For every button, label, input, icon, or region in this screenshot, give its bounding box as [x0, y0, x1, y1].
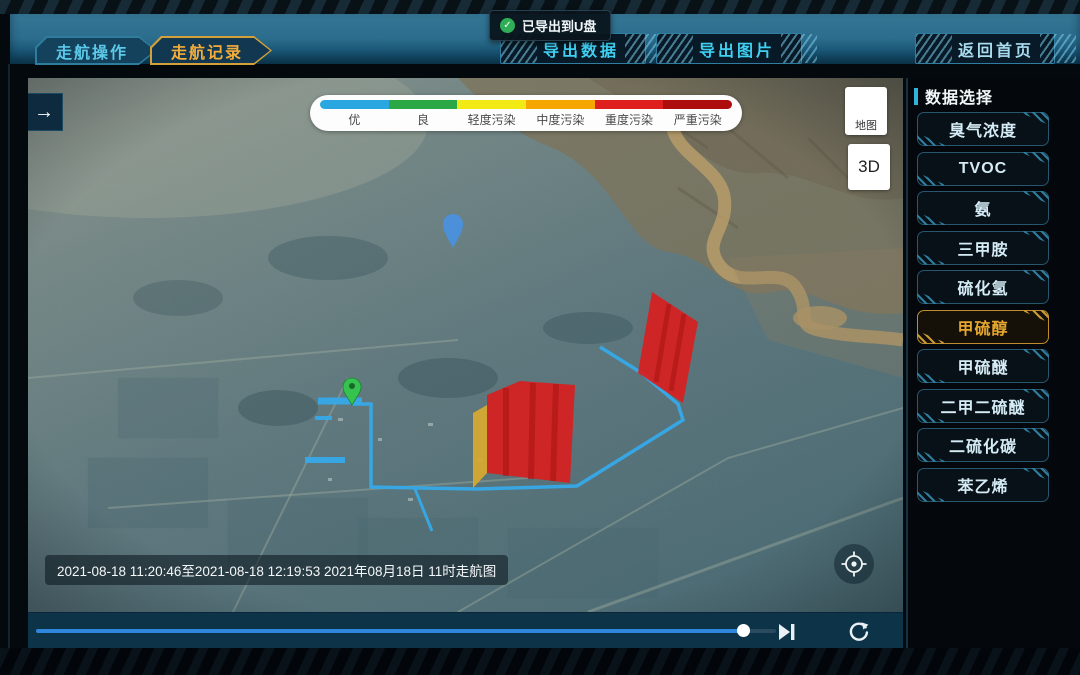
hatch-decoration	[781, 34, 817, 63]
locate-button[interactable]	[834, 544, 874, 584]
title-accent-bar	[914, 88, 918, 105]
legend-seg-heavy	[595, 100, 664, 109]
legend-label: 重度污染	[595, 111, 664, 128]
pollutant-styrene[interactable]: 苯乙烯	[917, 468, 1049, 502]
data-select-sidebar: 数据选择 臭气浓度 TVOC 氨 三甲胺 硫化氢 甲硫醇 甲硫醚 二甲二硫醚 二…	[906, 78, 1080, 648]
aqi-legend: 优 良 轻度污染 中度污染 重度污染 严重污染	[310, 95, 742, 131]
app-root: 走航操作 走航记录 导出数据 导出图片 返回首页 ✓ 已导出到U盘	[0, 0, 1080, 675]
arrow-right-icon: →	[34, 101, 54, 124]
tab-cruise-record[interactable]: 走航记录	[150, 36, 272, 65]
legend-seg-moderate	[526, 100, 595, 109]
hatch-decoration	[1040, 34, 1076, 63]
export-image-button[interactable]: 导出图片	[656, 33, 802, 64]
export-image-label: 导出图片	[693, 34, 781, 63]
vignette	[28, 78, 903, 612]
pollutant-trimethylamine[interactable]: 三甲胺	[917, 231, 1049, 265]
back-home-button[interactable]: 返回首页	[915, 33, 1055, 64]
skip-to-end-button[interactable]	[776, 621, 798, 643]
cruise-timestamp-text: 2021-08-18 11:20:46至2021-08-18 12:19:53 …	[57, 560, 496, 580]
toast-text: 已导出到U盘	[522, 16, 596, 35]
pollutant-list: 臭气浓度 TVOC 氨 三甲胺 硫化氢 甲硫醇 甲硫醚 二甲二硫醚 二硫化碳 苯…	[917, 112, 1049, 507]
pollutant-carbon-disulfide[interactable]: 二硫化碳	[917, 428, 1049, 462]
frame-bottom-hatch	[0, 648, 1080, 675]
pollutant-methyl-sulfide[interactable]: 甲硫醚	[917, 349, 1049, 383]
pollutant-dimethyl-disulfide[interactable]: 二甲二硫醚	[917, 389, 1049, 423]
panel-toggle-button[interactable]: →	[28, 93, 63, 131]
basemap-toggle-button[interactable]: 地图	[845, 87, 887, 135]
aqi-legend-bar	[320, 100, 732, 109]
export-toast: ✓ 已导出到U盘	[489, 10, 611, 41]
map-viewport[interactable]: → 优 良 轻度污染 中度污染 重度污染 严重污染 地图	[28, 78, 903, 612]
basemap-toggle-label: 地图	[855, 117, 877, 135]
cruise-timestamp: 2021-08-18 11:20:46至2021-08-18 12:19:53 …	[45, 555, 508, 585]
mode-3d-button[interactable]: 3D	[848, 144, 890, 190]
playback-progress	[36, 629, 750, 633]
aqi-legend-labels: 优 良 轻度污染 中度污染 重度污染 严重污染	[320, 111, 732, 128]
legend-label: 轻度污染	[457, 111, 526, 128]
check-circle-icon: ✓	[500, 18, 515, 33]
tab-label: 走航记录	[171, 39, 243, 63]
legend-label: 良	[389, 111, 458, 128]
pollutant-ammonia[interactable]: 氨	[917, 191, 1049, 225]
tab-label: 走航操作	[56, 39, 128, 63]
legend-label: 中度污染	[526, 111, 595, 128]
hatch-decoration	[657, 34, 693, 63]
crosshair-icon	[840, 550, 868, 578]
legend-seg-severe	[663, 100, 732, 109]
legend-seg-good	[389, 100, 458, 109]
pollutant-hydrogen-sulfide[interactable]: 硫化氢	[917, 270, 1049, 304]
legend-seg-light	[457, 100, 526, 109]
playback-thumb[interactable]	[737, 624, 750, 637]
refresh-button[interactable]	[848, 621, 870, 643]
frame-left-line	[8, 64, 10, 654]
tab-cruise-operation[interactable]: 走航操作	[35, 36, 157, 65]
pollutant-odor-concentration[interactable]: 臭气浓度	[917, 112, 1049, 146]
playback-track[interactable]	[36, 629, 776, 633]
legend-label: 严重污染	[663, 111, 732, 128]
sidebar-title-text: 数据选择	[925, 84, 993, 108]
legend-seg-excellent	[320, 100, 389, 109]
pollutant-tvoc[interactable]: TVOC	[917, 152, 1049, 186]
hatch-decoration	[916, 34, 952, 63]
mode-3d-label: 3D	[858, 157, 880, 177]
legend-label: 优	[320, 111, 389, 128]
sidebar-title: 数据选择	[914, 84, 1080, 108]
satellite-map[interactable]	[28, 78, 903, 612]
back-home-label: 返回首页	[952, 34, 1040, 63]
pollutant-methyl-mercaptan[interactable]: 甲硫醇	[917, 310, 1049, 344]
playback-bar	[28, 612, 903, 648]
